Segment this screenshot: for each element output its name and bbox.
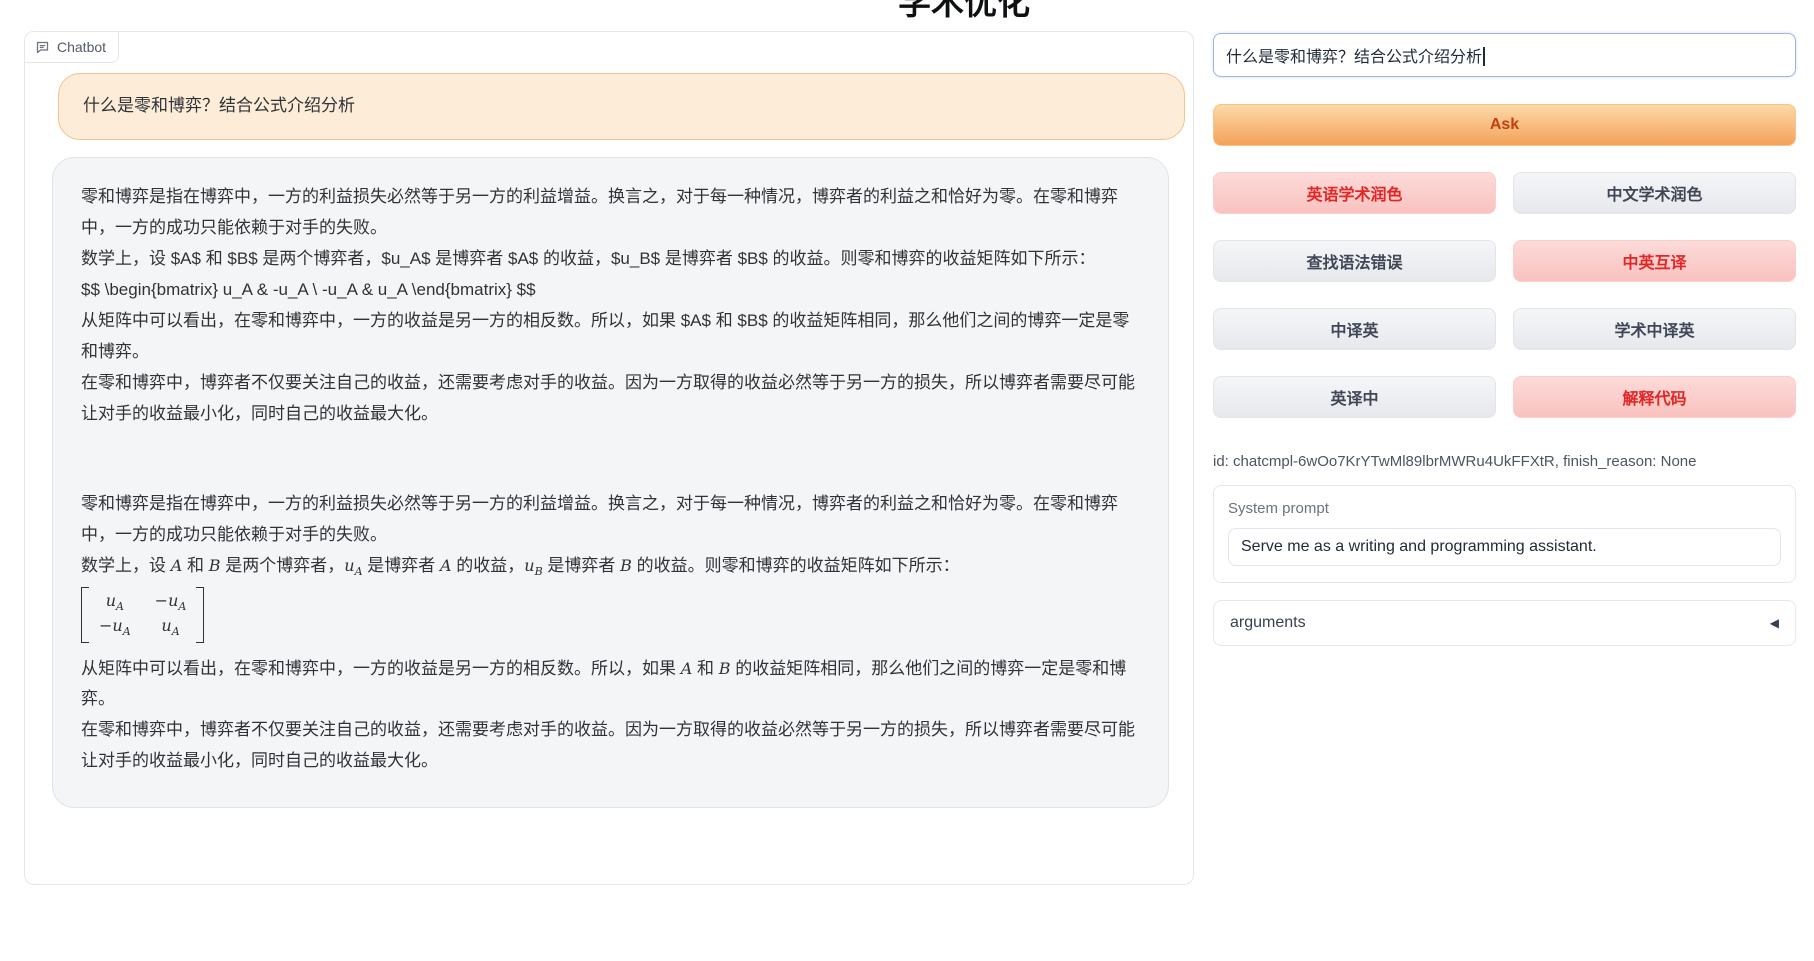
function-button[interactable]: 学术中译英: [1513, 308, 1796, 350]
arguments-accordion[interactable]: arguments ◀: [1213, 600, 1796, 646]
function-button[interactable]: 查找语法错误: [1213, 240, 1496, 282]
text-caret: [1483, 47, 1485, 66]
function-button[interactable]: 英译中: [1213, 376, 1496, 418]
system-prompt-input[interactable]: Serve me as a writing and programming as…: [1228, 528, 1781, 566]
question-input-value: 什么是零和博弈？结合公式介绍分析: [1226, 49, 1482, 66]
bot-message-bubble: 零和博弈是指在博弈中，一方的利益损失必然等于另一方的利益增益。换言之，对于每一种…: [52, 157, 1169, 808]
accordion-label: arguments: [1230, 614, 1306, 632]
function-button[interactable]: 中文学术润色: [1513, 172, 1796, 214]
function-button[interactable]: 中译英: [1213, 308, 1496, 350]
question-input[interactable]: 什么是零和博弈？结合公式介绍分析: [1213, 33, 1796, 77]
user-message-bubble: 什么是零和博弈？结合公式介绍分析: [58, 73, 1185, 140]
chatbot-label-text: Chatbot: [57, 39, 106, 55]
payoff-matrix: uA−uA−uAuA: [81, 587, 204, 643]
bot-message-raw-block: 零和博弈是指在博弈中，一方的利益损失必然等于另一方的利益增益。换言之，对于每一种…: [81, 182, 1138, 430]
function-button[interactable]: 解释代码: [1513, 376, 1796, 418]
page-title: 学术优化: [898, 0, 1030, 24]
user-message-text: 什么是零和博弈？结合公式介绍分析: [83, 91, 1160, 122]
status-line: id: chatcmpl-6wOo7KrYTwMl89lbrMWRu4UkFFX…: [1213, 452, 1796, 472]
chatbot-panel: 什么是零和博弈？结合公式介绍分析 零和博弈是指在博弈中，一方的利益损失必然等于另…: [24, 31, 1194, 885]
chat-messages: 什么是零和博弈？结合公式介绍分析 零和博弈是指在博弈中，一方的利益损失必然等于另…: [25, 32, 1193, 884]
ask-button[interactable]: Ask: [1213, 104, 1796, 146]
function-button-grid: 英语学术润色中文学术润色查找语法错误中英互译中译英学术中译英英译中解释代码: [1213, 172, 1796, 418]
system-prompt-label: System prompt: [1228, 500, 1781, 517]
bot-message-rendered-block: 零和博弈是指在博弈中，一方的利益损失必然等于另一方的利益增益。换言之，对于每一种…: [81, 489, 1138, 777]
chatbot-label: Chatbot: [25, 32, 119, 63]
system-prompt-panel: System prompt Serve me as a writing and …: [1213, 485, 1796, 583]
function-button[interactable]: 中英互译: [1513, 240, 1796, 282]
chat-bubble-icon: [35, 40, 50, 55]
function-button[interactable]: 英语学术润色: [1213, 172, 1496, 214]
accordion-collapse-icon: ◀: [1770, 616, 1779, 630]
system-prompt-value: Serve me as a writing and programming as…: [1241, 538, 1597, 555]
control-column: 什么是零和博弈？结合公式介绍分析 Ask 英语学术润色中文学术润色查找语法错误中…: [1213, 33, 1796, 646]
